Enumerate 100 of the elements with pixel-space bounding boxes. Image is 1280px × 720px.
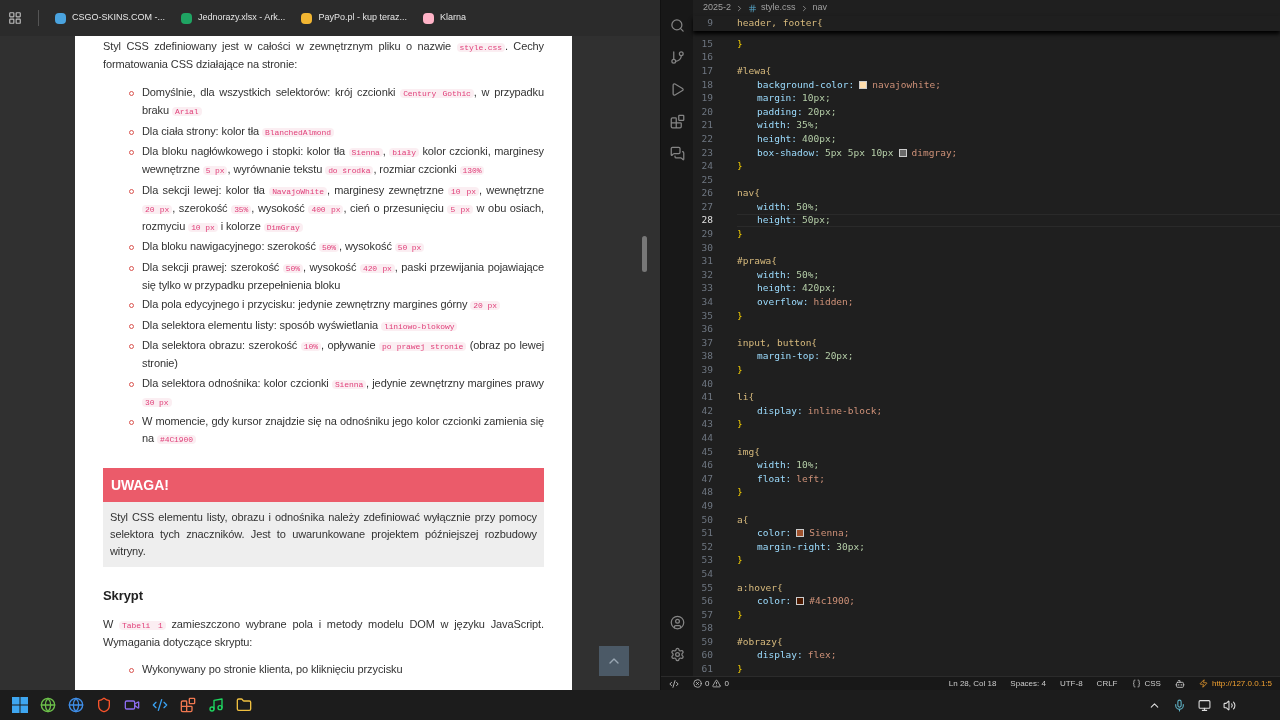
code-text: float: left; [756, 471, 825, 486]
app-icon[interactable] [180, 697, 196, 713]
code-text: a{ [737, 512, 749, 527]
apps-grid-icon[interactable] [8, 11, 22, 25]
globe-icon[interactable] [68, 697, 84, 713]
color-swatch[interactable] [796, 529, 805, 538]
line-number: 20 [700, 104, 714, 119]
code-text: padding: 20px; [756, 104, 837, 119]
list-item-text: Dla sekcji prawej: szerokość 50% , wysokość 420 px , paski przewijania pojawiające się tylko w przypadku przepełnienia bloku [142, 259, 544, 293]
encoding[interactable]: UTF-8 [1059, 677, 1083, 690]
shield-icon[interactable] [96, 697, 112, 713]
line-number: 59 [700, 634, 714, 649]
bookmark[interactable]: Jednorazy.xlsx - Ark... [181, 11, 286, 25]
globe-icon[interactable] [40, 697, 56, 713]
robot-icon[interactable] [1174, 678, 1185, 689]
folder-icon[interactable] [236, 697, 252, 713]
code-text: } [737, 36, 743, 51]
lightning-icon [1198, 679, 1208, 688]
list-item-text: Dla pola edycyjnego i przycisku: jedynie zewnętrzny margines górny 20 px [142, 296, 500, 314]
line-number: 31 [700, 254, 714, 269]
list-item-text: Dla selektora elementu listy: sposób wyświetlania liniowo-blokowy [142, 316, 458, 335]
code-text: nav{ [737, 186, 760, 201]
code-text: margin: 10px; [756, 91, 831, 106]
code-text: } [737, 607, 743, 622]
indentation[interactable]: Spaces: 4 [1010, 677, 1046, 690]
warning-icon [712, 679, 722, 688]
line-number: 46 [700, 458, 714, 473]
line-number: 58 [700, 621, 714, 636]
paragraph: W Tabeli 1 zamieszczono wybrane pola i metody modelu DOM w języku JavaScript. Wymagania dotyczące skryptu: [103, 617, 544, 650]
extensions-icon[interactable] [669, 114, 685, 129]
scrollbar-thumb[interactable] [642, 236, 647, 272]
line-number: 56 [700, 594, 714, 609]
music-icon[interactable] [208, 697, 224, 713]
code-text: height: 420px; [756, 281, 837, 296]
line-number: 49 [700, 498, 714, 513]
line-number: 32 [700, 267, 714, 282]
line-number: 18 [700, 77, 714, 92]
line-number: 28 [700, 213, 714, 228]
breadcrumb-item[interactable]: nav [812, 1, 828, 15]
error-count[interactable]: 0 [705, 677, 710, 690]
language-mode[interactable]: CSS [1144, 677, 1161, 690]
line-ending[interactable]: CRLF [1096, 677, 1118, 690]
settings-icon[interactable] [669, 647, 685, 662]
list-item-text: Dla ciała strony: kolor tła BlanchedAlmond [142, 122, 334, 141]
code-text: height: 50px; [756, 213, 831, 228]
code-text: } [737, 485, 743, 500]
code-text: #lewa{ [737, 63, 772, 78]
line-number: 35 [700, 308, 714, 323]
code-text: #obrazy{ [737, 634, 783, 649]
chat-icon[interactable] [669, 146, 685, 161]
line-number: 43 [700, 417, 714, 432]
code-text: overflow: hidden; [756, 295, 854, 310]
warning-count[interactable]: 0 [724, 677, 729, 690]
code-text: display: flex; [756, 648, 837, 663]
speaker-icon[interactable] [1223, 698, 1236, 712]
line-number: 19 [700, 91, 714, 106]
line-number: 30 [700, 240, 714, 255]
line-number: 21 [700, 118, 714, 133]
bookmark[interactable]: CSGO-SKINS.COM -... [55, 11, 165, 25]
cursor-position[interactable]: Ln 28, Col 18 [948, 677, 997, 690]
line-number: 57 [700, 607, 714, 622]
line-number: 45 [700, 444, 714, 459]
code-text: #prawa{ [737, 254, 778, 269]
code-text: box-shadow: 5px 5px 10px dimgray; [756, 145, 958, 160]
line-number: 52 [700, 539, 714, 554]
line-number: 17 [700, 63, 714, 78]
line-number: 29 [700, 227, 714, 242]
microphone-icon[interactable] [1173, 698, 1186, 712]
windows-logo-icon[interactable] [12, 697, 28, 713]
line-number: 16 [700, 50, 714, 65]
code-text: } [737, 553, 743, 568]
monitor-icon[interactable] [1198, 698, 1211, 712]
list-item-text: Dla bloku nagłówkowego i stopki: kolor tła Sienna , biały kolor czcionki, marginesy wewnętrzne 5 px , wyrównanie tekstu do środka , rozmiar czcionki 130% [142, 144, 544, 177]
search-icon[interactable] [669, 18, 685, 33]
video-icon[interactable] [124, 697, 140, 713]
color-swatch[interactable] [796, 597, 805, 606]
branch-icon[interactable] [669, 50, 685, 65]
code-text: header, footer{ [737, 16, 823, 31]
line-number: 38 [700, 349, 714, 364]
line-number: 27 [700, 199, 714, 214]
bookmark[interactable]: PayPo.pl - kup teraz... [301, 11, 407, 25]
code-text: margin-right: 30px; [756, 539, 865, 554]
line-number: 39 [700, 363, 714, 377]
hash-icon [748, 3, 758, 13]
color-swatch[interactable] [898, 148, 907, 157]
line-number: 34 [700, 295, 714, 310]
warning-title: UWAGA! [103, 468, 544, 502]
line-number: 9 [706, 16, 714, 31]
server-address[interactable]: http://127.0.0.1:5 [1211, 677, 1272, 690]
color-swatch[interactable] [859, 80, 868, 89]
paragraph: Styl CSS zdefiniowany jest w całości w zewnętrznym pliku o nazwie style.css . Cechy formatowania CSS działające na stronie: [103, 39, 544, 72]
line-number: 54 [700, 566, 714, 581]
account-icon[interactable] [669, 615, 685, 630]
run-debug-icon[interactable] [669, 82, 685, 97]
breadcrumb-item[interactable]: style.css [761, 1, 796, 15]
section-heading: Skrypt [103, 587, 144, 604]
line-number: 24 [700, 159, 714, 174]
bookmark[interactable]: Klarna [422, 11, 466, 25]
code-editor-icon[interactable] [152, 697, 168, 713]
breadcrumb-item[interactable]: 2025-2 [703, 1, 732, 15]
